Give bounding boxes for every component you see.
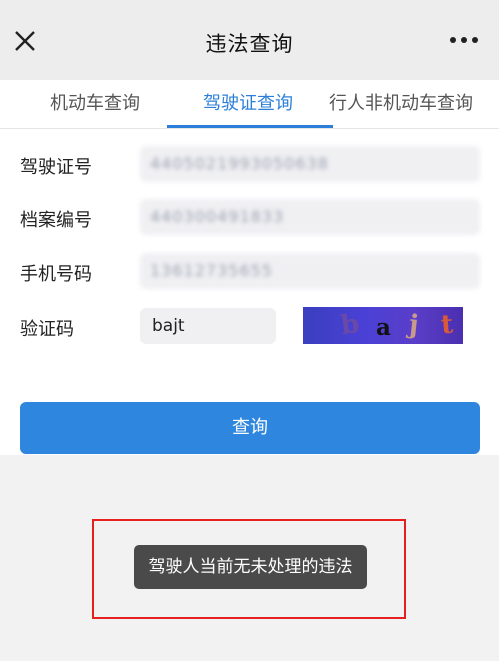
captcha-char: j: [407, 309, 420, 341]
phone-label: 手机号码: [20, 264, 92, 285]
tab-vehicle-query[interactable]: 机动车查询: [50, 88, 140, 120]
captcha-char: t: [439, 309, 455, 341]
captcha-label: 验证码: [20, 319, 74, 340]
captcha-char: a: [376, 314, 391, 341]
tab-pedestrian-query[interactable]: 行人非机动车查询: [329, 88, 473, 120]
tab-bar: 机动车查询 驾驶证查询 行人非机动车查询: [0, 80, 499, 129]
license-number-field[interactable]: 4405021993050638: [140, 146, 480, 182]
license-number-label: 驾驶证号: [20, 157, 92, 178]
tab-license-query[interactable]: 驾驶证查询: [203, 88, 293, 120]
captcha-image[interactable]: b a j t: [303, 307, 463, 344]
top-bar: 违法查询: [0, 0, 499, 80]
phone-field[interactable]: 13612735655: [140, 253, 480, 289]
file-number-field[interactable]: 440300491833: [140, 199, 480, 235]
result-toast: 驾驶人当前无未处理的违法: [134, 545, 367, 589]
captcha-char: b: [339, 308, 362, 342]
page-title: 违法查询: [205, 32, 294, 56]
more-icon[interactable]: [448, 32, 480, 48]
active-tab-indicator: [167, 125, 333, 128]
file-number-label: 档案编号: [20, 210, 92, 231]
captcha-input[interactable]: bajt: [140, 308, 276, 344]
query-panel: 机动车查询 驾驶证查询 行人非机动车查询 驾驶证号 44050219930506…: [0, 80, 499, 455]
query-button[interactable]: 查询: [20, 402, 480, 454]
